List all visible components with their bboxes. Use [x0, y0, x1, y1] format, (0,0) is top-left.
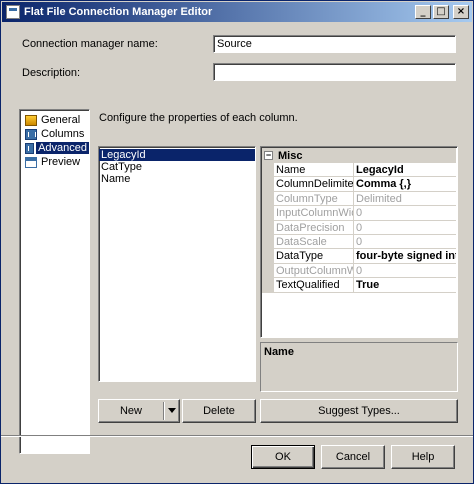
- connection-name-input[interactable]: [213, 35, 456, 53]
- columns-icon: [25, 128, 37, 140]
- minimize-button[interactable]: _: [415, 5, 431, 19]
- property-value[interactable]: LegacyId: [354, 163, 456, 178]
- delete-button[interactable]: Delete: [182, 399, 256, 423]
- dialog-window: Flat File Connection Manager Editor _ □ …: [0, 0, 474, 484]
- property-value[interactable]: 0: [354, 235, 456, 250]
- property-row[interactable]: TextQualified True: [262, 278, 456, 293]
- category-header[interactable]: − Misc: [262, 148, 456, 163]
- title-bar[interactable]: Flat File Connection Manager Editor _ □ …: [2, 2, 472, 22]
- property-value[interactable]: Comma {,}: [354, 177, 456, 192]
- property-row[interactable]: OutputColumnWid 0: [262, 263, 456, 279]
- property-row[interactable]: ColumnType Delimited: [262, 191, 456, 207]
- property-name: ColumnDelimiter: [274, 177, 354, 192]
- nav-item-advanced[interactable]: Advanced: [25, 141, 89, 155]
- ok-button[interactable]: OK: [251, 445, 315, 469]
- new-button-label: New: [119, 405, 142, 417]
- nav-label-preview: Preview: [41, 156, 81, 168]
- description-input[interactable]: [213, 63, 456, 81]
- property-description-panel: Name: [260, 342, 458, 392]
- advanced-icon: [25, 142, 37, 154]
- property-row[interactable]: DataPrecision 0: [262, 220, 456, 235]
- columns-list[interactable]: LegacyId CatType Name: [98, 146, 256, 382]
- property-name: Name: [274, 163, 354, 178]
- property-value[interactable]: 0: [354, 264, 456, 279]
- property-row[interactable]: InputColumnWidth 0: [262, 206, 456, 221]
- property-value[interactable]: 0: [354, 221, 456, 235]
- new-button[interactable]: New: [98, 399, 180, 423]
- dropdown-arrow-icon[interactable]: [168, 408, 176, 413]
- property-description-title: Name: [264, 346, 294, 358]
- property-grid[interactable]: − Misc Name LegacyId ColumnDelimiter Com…: [260, 146, 458, 338]
- connection-name-label: Connection manager name:: [22, 38, 158, 50]
- help-button[interactable]: Help: [391, 445, 455, 469]
- property-row[interactable]: DataScale 0: [262, 235, 456, 250]
- list-item[interactable]: Name: [99, 173, 255, 185]
- property-name: ColumnType: [274, 191, 354, 207]
- property-name: InputColumnWidth: [274, 206, 354, 221]
- property-row[interactable]: Name LegacyId: [262, 163, 456, 178]
- instruction-text: Configure the properties of each column.: [99, 112, 298, 124]
- property-name: TextQualified: [274, 278, 354, 293]
- nav-label-general: General: [41, 114, 81, 126]
- property-name: DataPrecision: [274, 220, 354, 235]
- property-name: DataType: [274, 249, 354, 264]
- property-name: DataScale: [274, 235, 354, 250]
- app-icon: [6, 5, 20, 19]
- description-label: Description:: [22, 67, 81, 79]
- list-item[interactable]: LegacyId: [99, 149, 255, 161]
- property-row[interactable]: DataType four-byte signed inte: [262, 249, 456, 264]
- suggest-types-button[interactable]: Suggest Types...: [260, 399, 458, 423]
- close-button[interactable]: ×: [453, 5, 469, 19]
- nav-item-columns[interactable]: Columns: [25, 127, 89, 141]
- preview-icon: [25, 156, 37, 168]
- property-value[interactable]: True: [354, 278, 456, 293]
- category-label: Misc: [278, 149, 303, 162]
- nav-label-columns: Columns: [41, 128, 85, 140]
- property-value[interactable]: 0: [354, 206, 456, 221]
- window-title: Flat File Connection Manager Editor: [24, 6, 213, 18]
- nav-panel: General Columns Advanced Preview: [19, 109, 90, 454]
- property-name: OutputColumnWid: [274, 263, 354, 279]
- collapse-icon[interactable]: −: [264, 151, 273, 160]
- list-item[interactable]: CatType: [99, 161, 255, 173]
- property-value[interactable]: Delimited: [354, 192, 456, 207]
- general-icon: [25, 114, 37, 126]
- maximize-button[interactable]: □: [433, 5, 449, 19]
- divider: [1, 435, 473, 437]
- property-row[interactable]: ColumnDelimiter Comma {,}: [262, 177, 456, 192]
- nav-item-general[interactable]: General: [25, 113, 89, 127]
- nav-item-preview[interactable]: Preview: [25, 155, 89, 169]
- cancel-button[interactable]: Cancel: [321, 445, 385, 469]
- nav-label-advanced: Advanced: [36, 142, 89, 154]
- property-value[interactable]: four-byte signed inte: [354, 249, 456, 264]
